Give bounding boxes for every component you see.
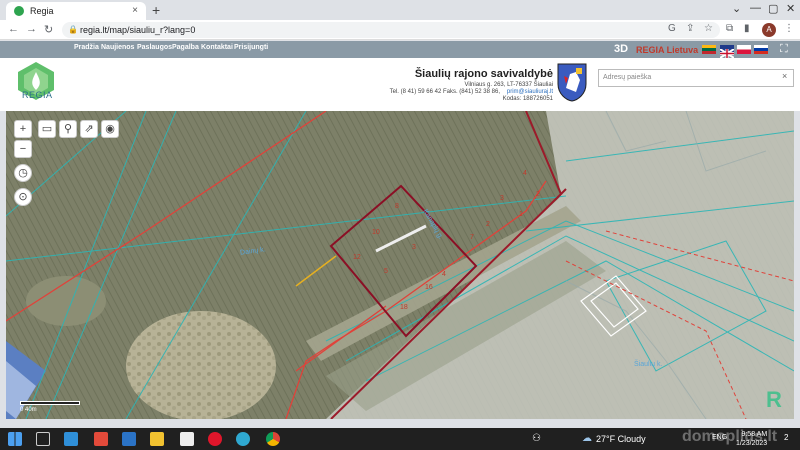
profile-avatar[interactable]: A — [762, 23, 776, 37]
maximize-icon[interactable]: ▢ — [768, 2, 778, 15]
tab-title: Regia — [30, 6, 54, 16]
google-icon[interactable]: G — [668, 23, 676, 34]
locate-me-icon[interactable]: ⊙ — [14, 188, 32, 206]
menu-icon[interactable]: ⋮ — [784, 23, 794, 34]
parcel-number: 8 — [395, 203, 399, 210]
back-icon[interactable]: ← — [8, 23, 19, 35]
minimize-icon[interactable]: — — [750, 2, 761, 14]
tab-strip: Regia × + ⌄ — ▢ ✕ — [0, 0, 800, 20]
flag-lt-icon[interactable] — [702, 45, 716, 54]
lock-icon: 🔒 — [68, 25, 78, 34]
export-icon[interactable]: ⇗ — [80, 120, 98, 138]
nav-contacts[interactable]: Kontaktai — [201, 44, 233, 51]
scale-label: 0 40m — [20, 407, 37, 413]
extension-icon[interactable]: ⧉ — [726, 23, 733, 34]
coat-of-arms-icon — [557, 63, 587, 102]
compass-icon[interactable]: ◷ — [14, 164, 32, 182]
logo-text: REGIA — [22, 90, 53, 100]
url-text: regia.lt/map/siauliu_r?lang=0 — [80, 25, 196, 35]
municipality-address: Vilniaus g. 263, LT-76337 Šiauliai — [464, 82, 553, 88]
store-icon[interactable] — [94, 432, 108, 446]
app-l-icon[interactable] — [64, 432, 78, 446]
tab-close-icon[interactable]: × — [132, 5, 138, 16]
search-placeholder: Adresų paieška — [603, 74, 652, 81]
nav-news[interactable]: Naujienos — [101, 44, 134, 51]
regia-r-icon: R — [766, 387, 782, 412]
parcel-number: 3 — [500, 195, 504, 202]
file-explorer-icon[interactable] — [150, 432, 164, 446]
reload-icon[interactable]: ↻ — [44, 23, 53, 36]
sidepanel-icon[interactable]: ▮ — [744, 23, 750, 34]
parcel-number: 16 — [425, 284, 433, 291]
regia-logo-icon[interactable] — [12, 60, 60, 110]
place-label: Šiaulių k. — [634, 361, 663, 368]
flag-pl-icon[interactable] — [737, 45, 751, 54]
windows-taskbar: ⚇ ☁ 27°F Cloudy ENG 9:58 AM 1/23/2023 2 — [0, 428, 800, 450]
parcel-number: 3 — [412, 244, 416, 251]
nav-help[interactable]: Pagalba — [172, 44, 199, 51]
share-icon[interactable]: ⇪ — [686, 23, 694, 34]
opera-icon[interactable] — [208, 432, 222, 446]
browser-tab[interactable]: Regia × — [6, 2, 146, 20]
site-header: REGIA Šiaulių rajono savivaldybė Vilniau… — [0, 58, 800, 111]
document-icon[interactable] — [180, 432, 194, 446]
flag-ru-icon[interactable] — [754, 45, 768, 54]
nav-login[interactable]: Prisijungti — [234, 44, 268, 51]
browser-toolbar: ← → ↻ 🔒 regia.lt/map/siauliu_r?lang=0 G … — [0, 20, 800, 40]
measure-ruler-icon[interactable]: ▭ — [38, 120, 56, 138]
target-icon[interactable]: ◉ — [101, 120, 119, 138]
nav-home[interactable]: Pradžia — [74, 44, 99, 51]
search-clear-icon[interactable]: × — [782, 71, 787, 81]
mail-icon[interactable] — [122, 432, 136, 446]
flag-uk-icon[interactable] — [719, 45, 735, 59]
tab-search-icon[interactable]: ⌄ — [732, 2, 741, 15]
fullscreen-icon[interactable]: ⛶ — [780, 43, 788, 56]
parcel-number: 5 — [384, 268, 388, 275]
nav-services[interactable]: Paslaugos — [137, 44, 172, 51]
chrome-icon[interactable] — [266, 432, 280, 446]
address-search-input[interactable]: Adresų paieška — [598, 69, 794, 87]
parcel-number: 2 — [536, 191, 540, 198]
3d-button[interactable]: 3D — [614, 43, 628, 55]
person-icon[interactable]: ⚇ — [532, 433, 541, 444]
parcel-number: 7 — [470, 234, 474, 241]
map-canvas[interactable]: 4 2 1 3 8 10 12 3 5 4 7 16 18 2 Dainų k.… — [6, 111, 794, 419]
parcel-number: 1 — [519, 211, 523, 218]
parcel-number: 4 — [523, 170, 527, 177]
scale-bar — [20, 401, 80, 405]
task-view-icon[interactable] — [36, 432, 50, 446]
zoom-in-button[interactable]: + — [14, 120, 32, 138]
weather-text[interactable]: 27°F Cloudy — [596, 434, 646, 444]
parcel-number: 4 — [442, 271, 446, 278]
regia-lietuva-link[interactable]: REGIA Lietuva — [636, 45, 698, 55]
municipality-title: Šiaulių rajono savivaldybė — [414, 68, 553, 80]
site-nav: Pradžia Naujienos Paslaugos Pagalba Kont… — [0, 41, 800, 59]
regia-favicon-icon — [14, 6, 24, 16]
new-tab-button[interactable]: + — [152, 2, 160, 18]
zoom-out-button[interactable]: − — [14, 140, 32, 158]
location-pin-icon[interactable]: ⚲ — [59, 120, 77, 138]
edge-icon[interactable] — [236, 432, 250, 446]
bookmark-star-icon[interactable]: ☆ — [704, 23, 713, 34]
close-window-icon[interactable]: ✕ — [786, 2, 795, 15]
windows-start-icon[interactable] — [8, 432, 22, 446]
forward-icon[interactable]: → — [26, 23, 37, 35]
parcel-number: 10 — [372, 229, 380, 236]
parcel-number: 12 — [353, 254, 361, 261]
watermark: domoplius.lt — [682, 428, 778, 445]
parcel-number: 18 — [400, 304, 408, 311]
address-bar[interactable]: 🔒 regia.lt/map/siauliu_r?lang=0 — [62, 22, 720, 38]
parcel-number: 2 — [486, 221, 490, 228]
notification-count[interactable]: 2 — [784, 433, 788, 442]
municipality-phone: Tel. (8 41) 59 66 42 Faks. (841) 52 38 8… — [389, 89, 500, 95]
municipality-email[interactable]: prim@siauliuraj.lt — [507, 89, 553, 95]
map-layers[interactable] — [6, 111, 794, 419]
municipality-code: Kodas: 188726051 — [502, 96, 553, 102]
cloud-icon: ☁ — [582, 433, 592, 444]
